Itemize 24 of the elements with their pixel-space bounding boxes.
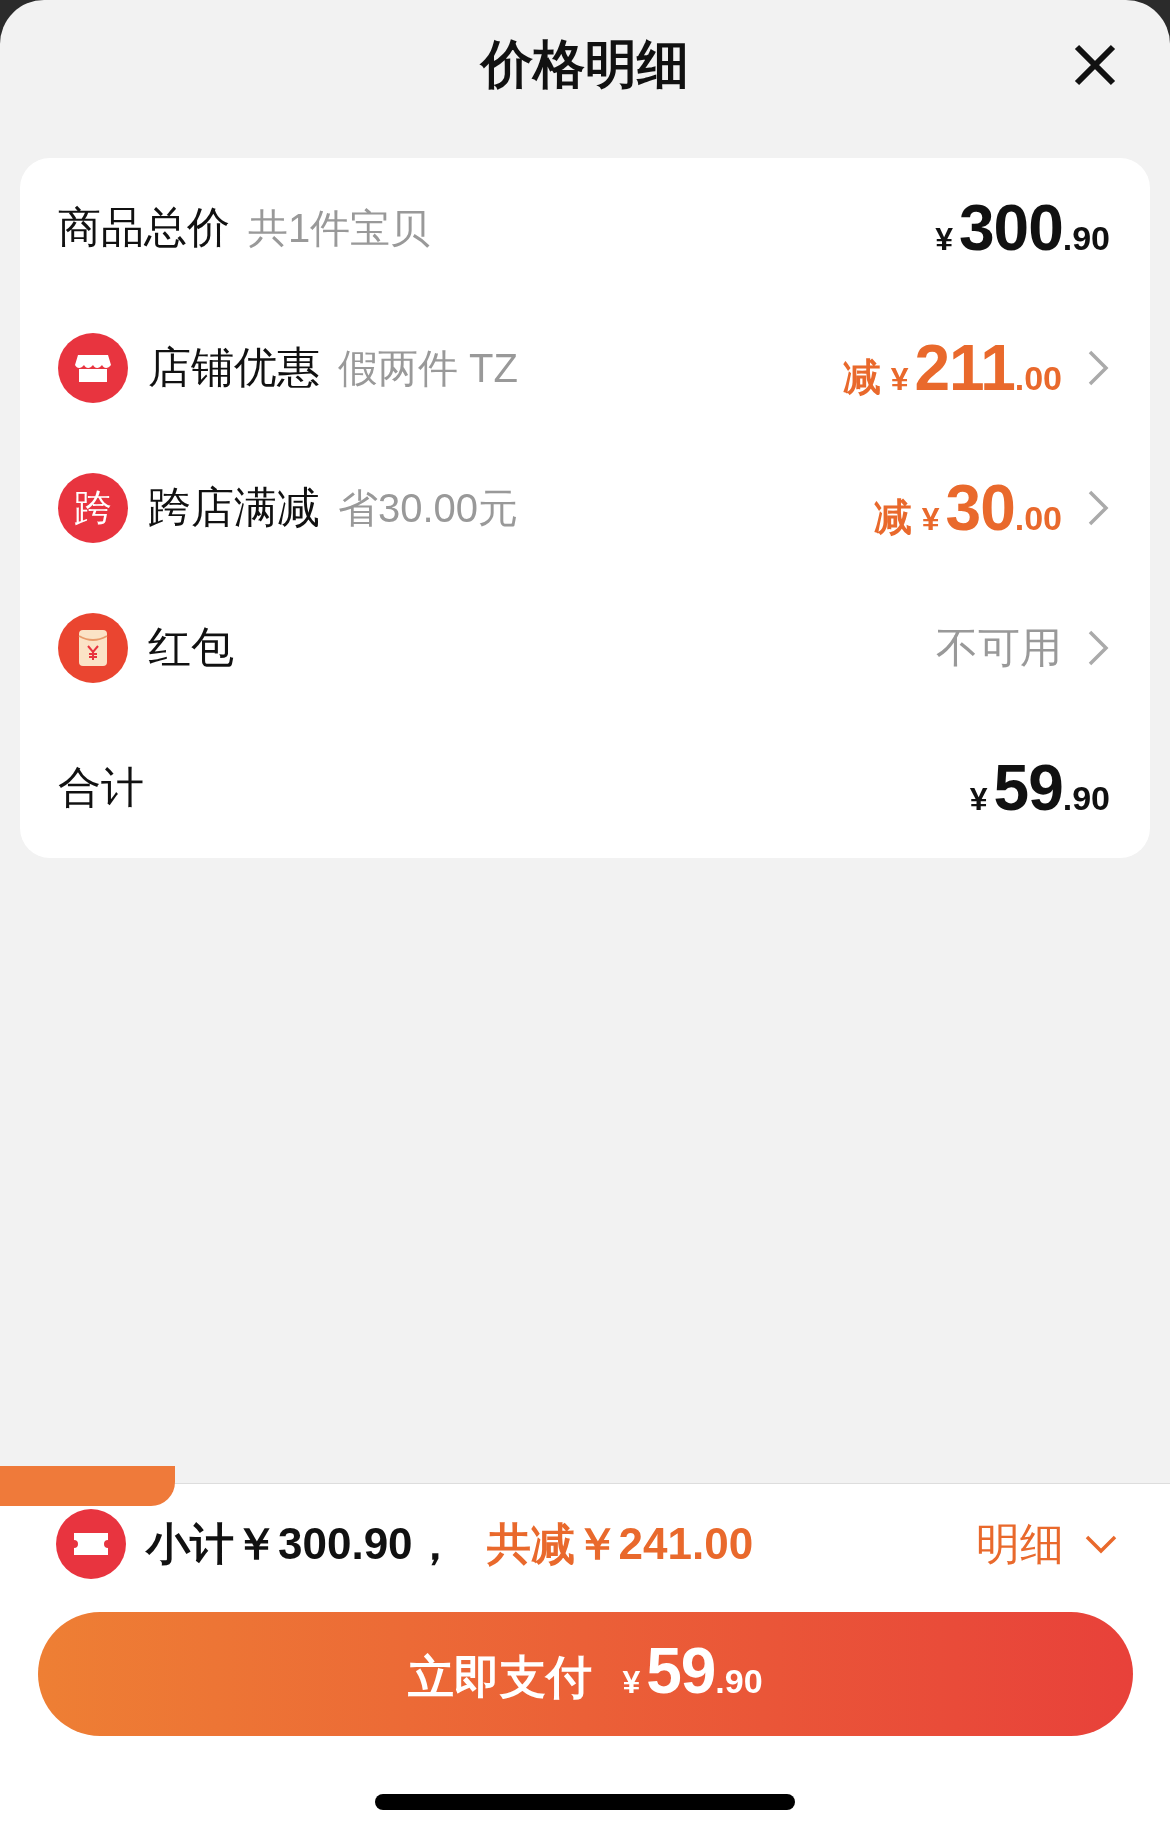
cross-store-badge: 跨: [58, 473, 128, 543]
chevron-right-icon: [1086, 488, 1110, 528]
detail-toggle[interactable]: 明细: [976, 1514, 1118, 1574]
chevron-right-icon: [1086, 348, 1110, 388]
row-label: 跨店满减: [148, 482, 320, 533]
row-label: 合计: [58, 762, 144, 813]
price: 减 ¥211.00: [842, 331, 1062, 405]
row-label: 商品总价: [58, 202, 230, 253]
row-label: 红包: [148, 622, 234, 673]
chevron-right-icon: [1086, 628, 1110, 668]
row-note: 共1件宝贝: [248, 204, 431, 252]
row-status: 不可用: [936, 623, 1062, 673]
price: ¥300.90: [935, 191, 1110, 265]
close-icon[interactable]: [1072, 42, 1118, 88]
pay-button[interactable]: 立即支付 ¥59.90: [38, 1612, 1133, 1736]
price: 减 ¥30.00: [873, 471, 1062, 545]
price: ¥59.90: [969, 751, 1110, 825]
row-label: 店铺优惠: [148, 342, 320, 393]
reduction-text: 共减￥241.00: [486, 1517, 754, 1570]
row-note: 省30.00元: [338, 484, 519, 532]
sheet-title: 价格明细: [481, 34, 689, 95]
subtotal-text: 小计￥300.90，: [146, 1517, 457, 1570]
row-note: 假两件 TZ: [338, 344, 518, 392]
chevron-down-icon: [1084, 1534, 1118, 1554]
